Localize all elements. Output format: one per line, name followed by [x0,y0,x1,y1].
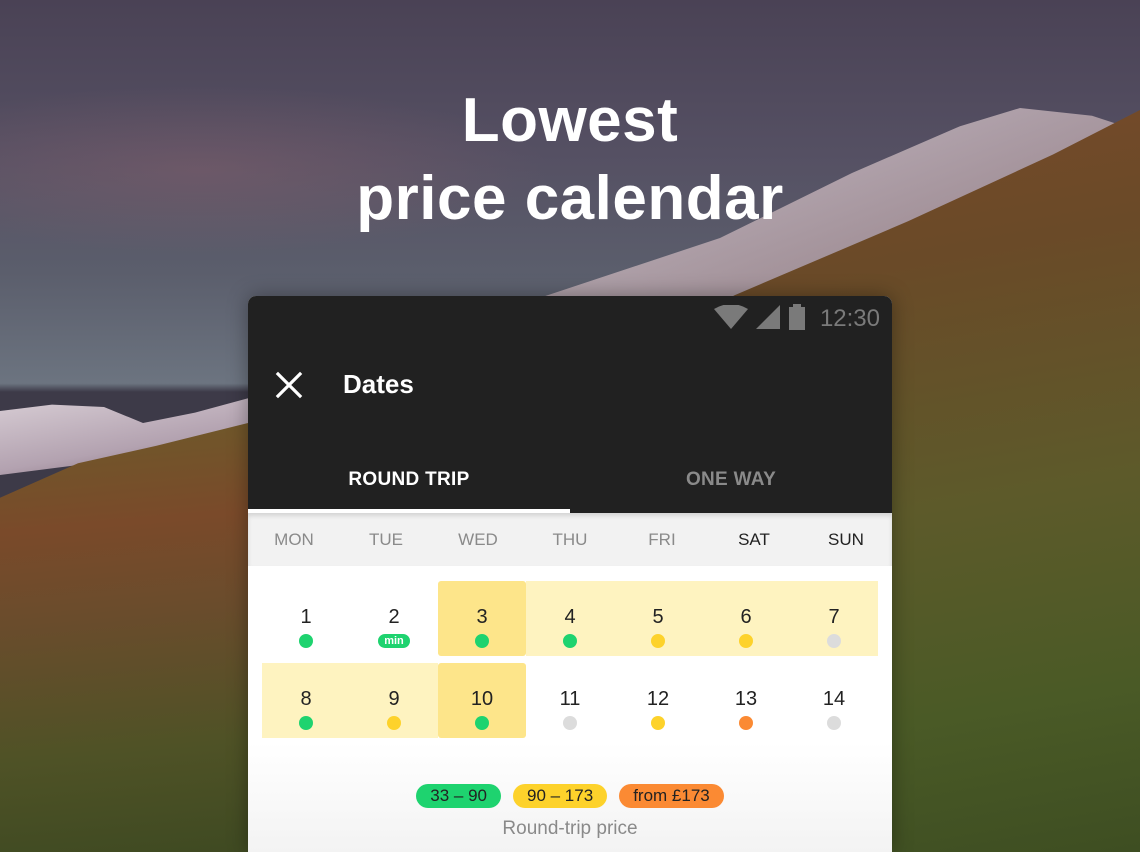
weekday-thu: THU [552,529,588,549]
day-number: 5 [652,606,664,628]
calendar-week: 8 9 10 11 12 13 14 [262,663,878,738]
weekday-fri: FRI [648,529,676,549]
status-time: 12:30 [819,305,880,332]
day-number: 14 [822,688,846,710]
calendar-week: 1 2 min 3 4 5 6 7 [262,581,878,656]
price-indicator-dot [651,716,665,730]
calendar-day[interactable]: 6 [702,581,790,656]
day-number: 11 [559,688,581,710]
calendar-day[interactable]: 10 [438,663,526,738]
wifi-icon [713,303,748,334]
legend-chip-low: 33 – 90 [416,784,501,808]
price-indicator-dot [563,716,577,730]
app-bar: 12:30 Dates ROUND TRIP ONE WAY [248,296,892,513]
day-number: 9 [388,688,400,710]
day-number: 7 [828,606,840,628]
weekday-sun: SUN [828,529,864,549]
calendar-day[interactable]: 11 [526,663,614,738]
price-indicator-dot [827,716,841,730]
cell-signal-icon [755,304,780,334]
page-title: Dates [343,369,414,399]
day-number: 6 [740,606,752,628]
day-number: 4 [564,606,576,628]
price-indicator-dot [827,634,841,648]
close-icon [275,371,303,399]
day-number: 2 [388,606,400,628]
legend-chip-high: from £173 [619,784,724,808]
calendar-day[interactable]: 2 min [350,581,438,656]
price-indicator-dot [739,634,753,648]
day-number: 1 [300,606,312,628]
price-indicator-dot [475,634,489,648]
calendar-day[interactable]: 9 [350,663,438,738]
calendar-day[interactable]: 3 [438,581,526,656]
price-indicator-dot [563,634,577,648]
price-indicator-dot [299,634,313,648]
weekday-wed: WED [458,529,498,549]
day-number: 10 [470,688,494,710]
calendar-day[interactable]: 1 [262,581,350,656]
calendar-day[interactable]: 5 [614,581,702,656]
calendar-day[interactable]: 8 [262,663,350,738]
tab-round-trip[interactable]: ROUND TRIP [248,446,570,513]
phone-screen: 12:30 Dates ROUND TRIP ONE WAY MON TUE W… [248,296,892,852]
weekday-tue: TUE [369,529,403,549]
headline-line-1: Lowest [461,86,679,155]
calendar-day[interactable]: 7 [790,581,878,656]
calendar-day[interactable]: 12 [614,663,702,738]
weekday-sat: SAT [738,529,770,549]
price-indicator-dot [299,716,313,730]
price-legend: 33 – 90 90 – 173 from £173 [248,784,892,808]
trip-type-tabs: ROUND TRIP ONE WAY [248,446,892,513]
calendar-day[interactable]: 14 [790,663,878,738]
calendar-day[interactable]: 4 [526,581,614,656]
price-indicator-dot [651,634,665,648]
min-price-badge: min [378,634,410,648]
price-indicator-dot [475,716,489,730]
battery-icon [788,303,806,335]
headline: Lowest price calendar [0,82,1140,238]
weekday-mon: MON [274,529,314,549]
legend-chip-mid: 90 – 173 [513,784,608,808]
tab-one-way[interactable]: ONE WAY [570,446,892,513]
status-bar: 12:30 [713,303,880,335]
day-number: 8 [300,688,312,710]
weekday-header: MON TUE WED THU FRI SAT SUN [248,513,892,566]
day-number: 13 [734,688,758,710]
hillside-left [0,420,260,852]
price-indicator-dot [387,716,401,730]
calendar-day[interactable]: 13 [702,663,790,738]
day-number: 3 [476,606,488,628]
price-indicator-dot [739,716,753,730]
day-number: 12 [646,688,670,710]
headline-line-2: price calendar [356,164,784,233]
close-button[interactable] [272,368,306,402]
legend-caption: Round-trip price [502,818,638,839]
price-calendar: 1 2 min 3 4 5 6 7 8 9 10 11 12 13 14 [262,581,878,745]
